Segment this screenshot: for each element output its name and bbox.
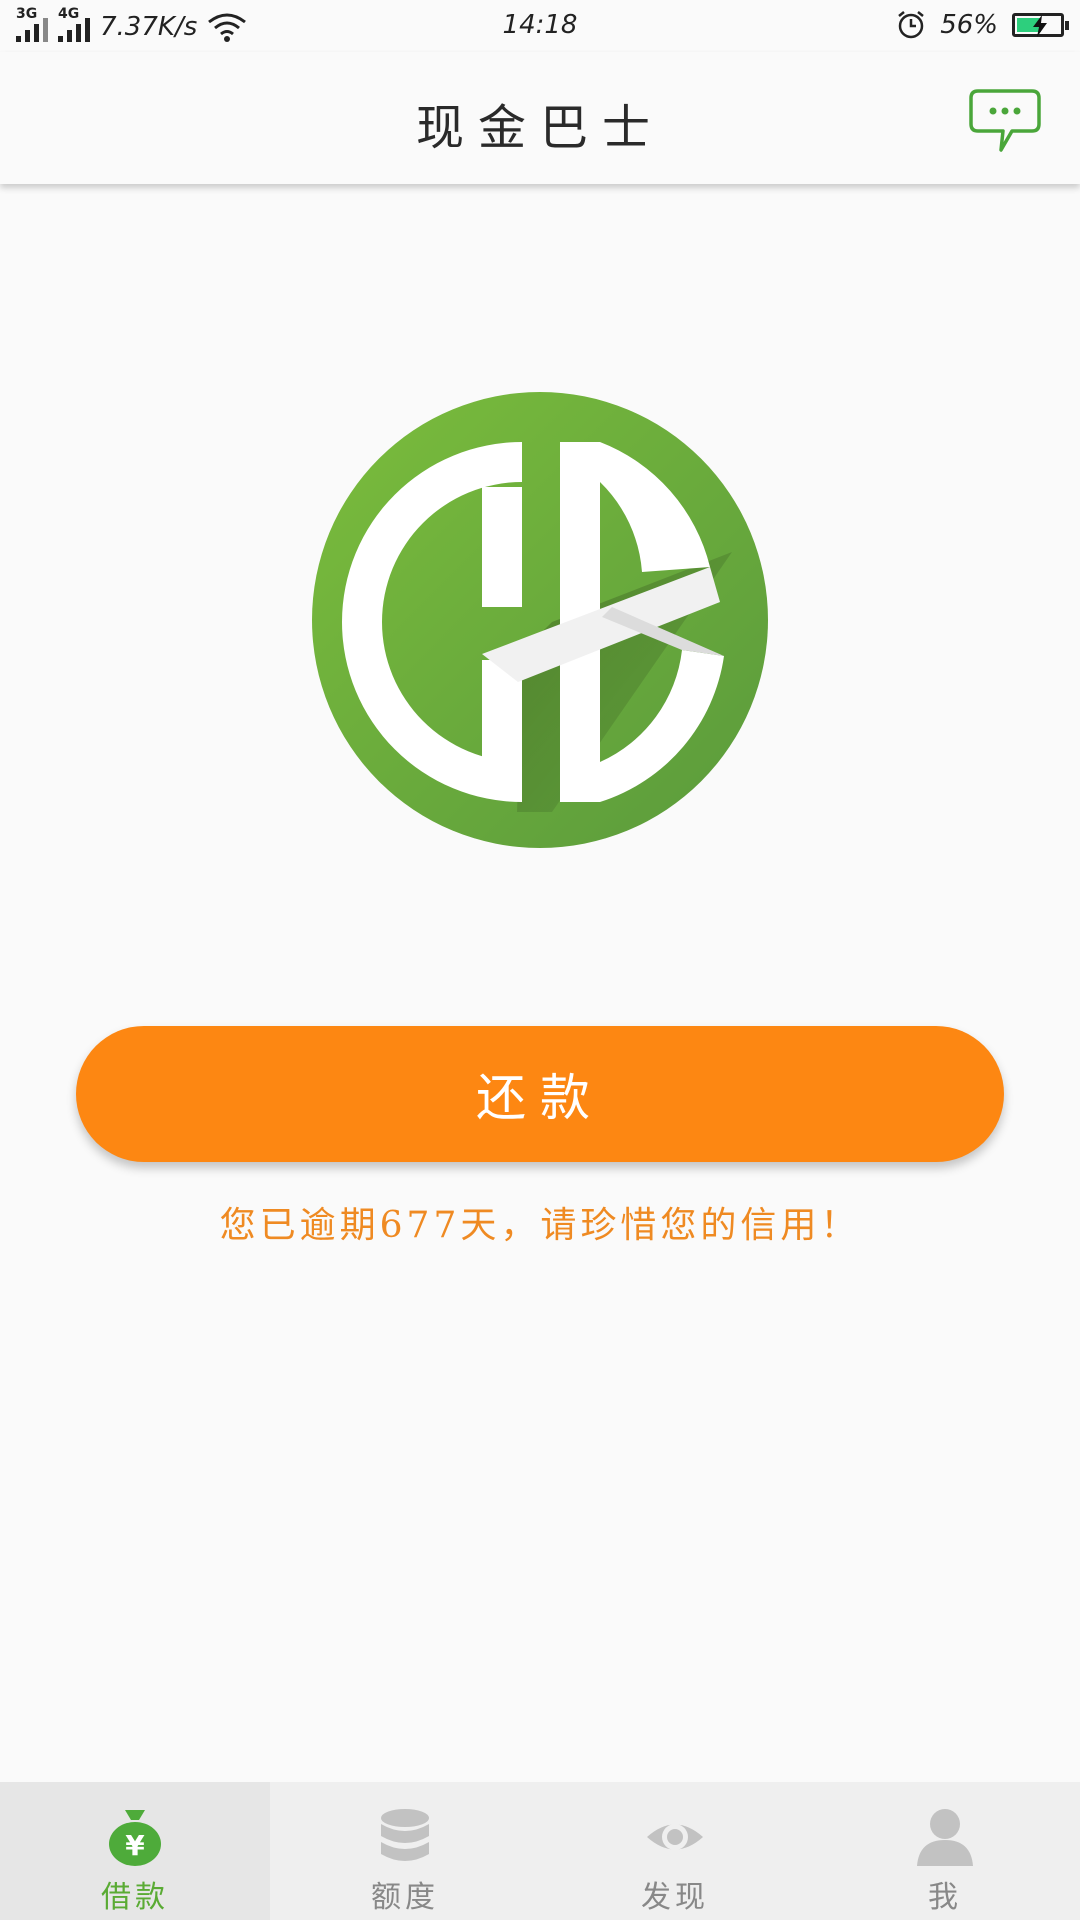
battery-percent: 56% — [940, 10, 998, 40]
cb-logo-icon — [312, 392, 768, 848]
alarm-icon — [898, 11, 924, 39]
status-bar: 3G 4G 7.37K/s 14:18 56% — [0, 0, 1080, 52]
eye-icon — [647, 1824, 703, 1850]
money-bag-icon: ¥ — [109, 1810, 161, 1866]
svg-text:¥: ¥ — [125, 1829, 145, 1862]
nav-label-quota: 额度 — [371, 1880, 439, 1915]
status-right: 56% — [896, 10, 1069, 40]
nav-item-discover[interactable]: 发现 — [540, 1782, 810, 1920]
overdue-message: 您已逾期677天，请珍惜您的信用！ — [219, 1205, 861, 1246]
person-icon — [917, 1809, 973, 1866]
app-header: 现金巴士 — [0, 52, 1080, 184]
bottom-nav: ¥ 借款 额度 发现 我 — [0, 1782, 1080, 1920]
page-title: 现金巴士 — [415, 100, 664, 156]
repay-button[interactable]: 还款 — [76, 1026, 1004, 1162]
nav-item-me[interactable]: 我 — [810, 1782, 1080, 1920]
nav-label-discover: 发现 — [641, 1880, 709, 1915]
nav-label-me: 我 — [928, 1880, 962, 1915]
nav-item-loan[interactable]: ¥ 借款 — [0, 1782, 270, 1920]
battery-icon — [1012, 13, 1069, 37]
nav-item-quota[interactable]: 额度 — [270, 1782, 540, 1920]
nav-label-loan: 借款 — [101, 1880, 169, 1915]
database-icon — [381, 1809, 429, 1861]
chat-bubble-icon[interactable] — [968, 88, 1042, 158]
